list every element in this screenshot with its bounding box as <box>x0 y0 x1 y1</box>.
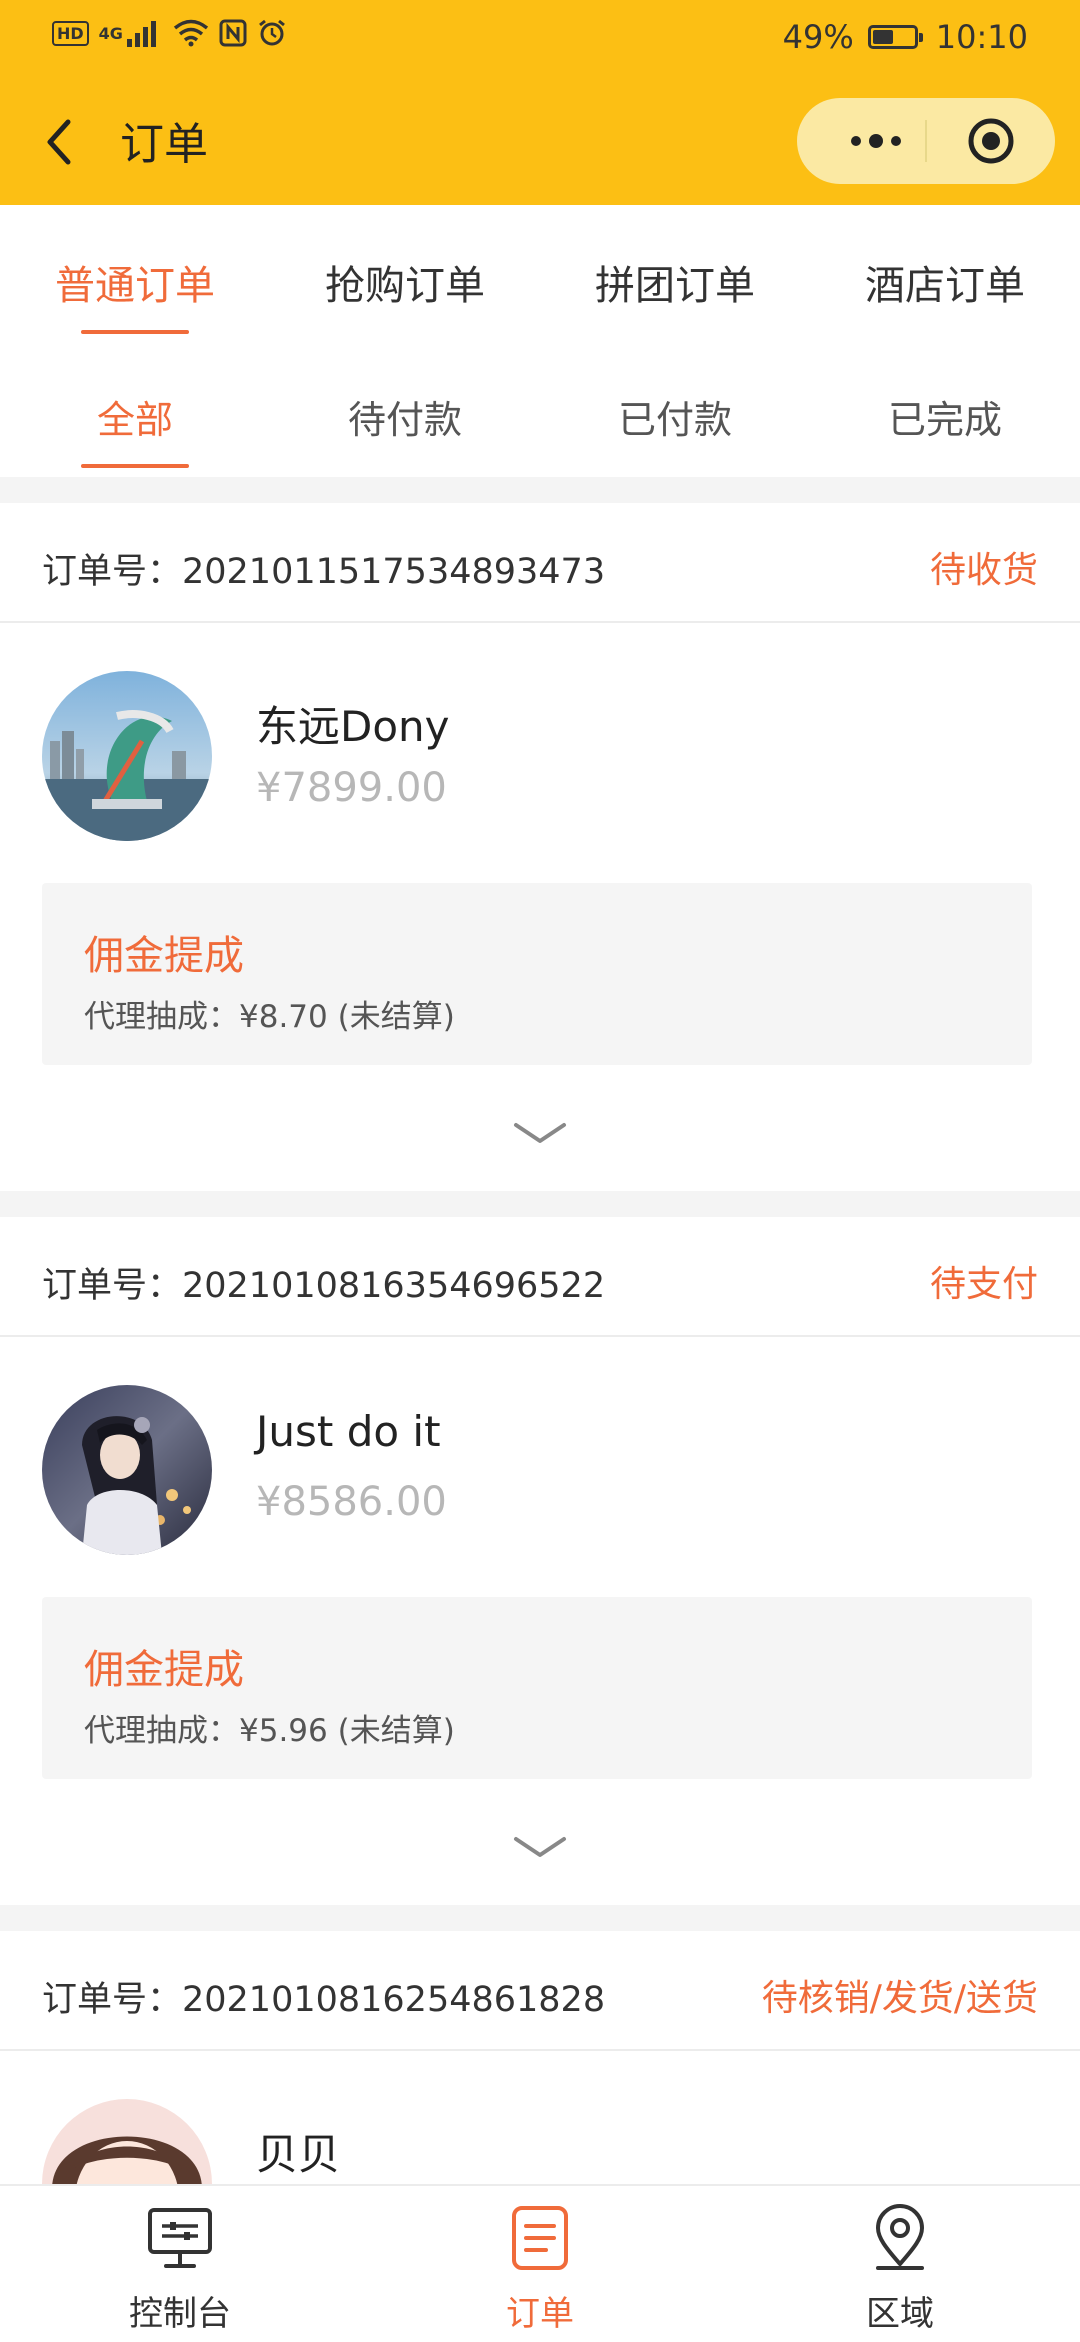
close-miniprogram-button[interactable] <box>927 98 1055 184</box>
order-price: ¥8586.00 <box>256 1479 447 1525</box>
alarm-icon <box>259 19 285 46</box>
customer-name: 东远Dony <box>256 702 450 751</box>
back-icon[interactable] <box>40 112 80 172</box>
avatar <box>42 1385 212 1555</box>
commission-detail: 代理抽成：¥5.96 (未结算) <box>84 1713 455 1749</box>
tabbar-item-region[interactable]: 区域 <box>720 2186 1080 2342</box>
monitor-icon <box>148 2208 212 2268</box>
order-card[interactable]: 订单号：2021010816254861828 待核销/发货/送货 贝贝 <box>0 1931 1080 2184</box>
location-pin-icon <box>876 2204 924 2270</box>
order-card[interactable]: 订单号：2021010816354696522 待支付 Just do it ¥… <box>0 1217 1080 1905</box>
miniprogram-capsule <box>797 98 1055 184</box>
order-card-header: 订单号：2021010816354696522 待支付 <box>0 1217 1080 1337</box>
tab-hotel-orders[interactable]: 酒店订单 <box>810 205 1080 335</box>
tab-normal-orders[interactable]: 普通订单 <box>0 205 270 335</box>
order-status: 待核销/发货/送货 <box>761 1978 1038 2019</box>
order-status: 待支付 <box>929 1264 1038 1305</box>
page-title: 订单 <box>120 119 208 170</box>
nav-bar: 订单 <box>0 76 1080 205</box>
tab-all[interactable]: 全部 <box>0 335 270 477</box>
order-number: 订单号：2021011517534893473 <box>42 552 606 592</box>
active-tab-underline <box>81 464 189 468</box>
network-type: 4G <box>98 23 123 43</box>
active-tab-underline <box>81 330 189 334</box>
order-number: 订单号：2021010816354696522 <box>42 1266 606 1306</box>
order-tabs: 普通订单 抢购订单 拼团订单 酒店订单 全部 待付款 已付款 已完成 <box>0 205 1080 477</box>
avatar <box>42 2099 212 2184</box>
status-tabs: 全部 待付款 已付款 已完成 <box>0 335 1080 477</box>
order-type-tabs: 普通订单 抢购订单 拼团订单 酒店订单 <box>0 205 1080 335</box>
chevron-down-icon[interactable] <box>510 1827 570 1867</box>
order-status: 待收货 <box>929 550 1038 591</box>
chevron-down-icon[interactable] <box>510 1113 570 1153</box>
more-button[interactable] <box>827 98 925 184</box>
customer-name: Just do it <box>256 1407 441 1456</box>
customer-name: 贝贝 <box>256 2130 341 2179</box>
target-icon <box>968 118 1014 164</box>
tabbar-item-orders[interactable]: 订单 <box>360 2186 720 2342</box>
tab-group-buy-orders[interactable]: 拼团订单 <box>540 205 810 335</box>
commission-detail: 代理抽成：¥8.70 (未结算) <box>84 999 455 1035</box>
order-list-icon <box>512 2206 568 2270</box>
order-card-header: 订单号：2021011517534893473 待收货 <box>0 503 1080 623</box>
nfc-icon <box>219 19 247 47</box>
signal-icon <box>126 21 156 47</box>
battery-percent: 49% <box>782 18 854 56</box>
avatar <box>42 671 212 841</box>
bottom-tab-bar: 控制台 订单 区域 <box>0 2184 1080 2342</box>
commission-box: 佣金提成 代理抽成：¥5.96 (未结算) <box>42 1597 1032 1779</box>
wifi-icon <box>173 19 209 47</box>
clock: 10:10 <box>935 18 1028 56</box>
tab-flash-sale-orders[interactable]: 抢购订单 <box>270 205 540 335</box>
status-bar: HD 4G 49% 10:10 <box>0 0 1080 76</box>
more-dots-icon <box>851 134 901 148</box>
commission-title: 佣金提成 <box>84 933 244 979</box>
order-card-header: 订单号：2021010816254861828 待核销/发货/送货 <box>0 1931 1080 2051</box>
battery-icon <box>867 25 923 49</box>
hd-badge: HD <box>52 20 89 46</box>
commission-box: 佣金提成 代理抽成：¥8.70 (未结算) <box>42 883 1032 1065</box>
order-card[interactable]: 订单号：2021011517534893473 待收货 东远Dony ¥7899… <box>0 503 1080 1191</box>
app-header: HD 4G 49% 10:10 订单 <box>0 0 1080 205</box>
commission-title: 佣金提成 <box>84 1647 244 1693</box>
order-price: ¥7899.00 <box>256 765 447 811</box>
tabbar-item-console[interactable]: 控制台 <box>0 2186 360 2342</box>
order-number: 订单号：2021010816254861828 <box>42 1980 606 2020</box>
tab-paid[interactable]: 已付款 <box>540 335 810 477</box>
tab-pending-payment[interactable]: 待付款 <box>270 335 540 477</box>
tab-completed[interactable]: 已完成 <box>810 335 1080 477</box>
